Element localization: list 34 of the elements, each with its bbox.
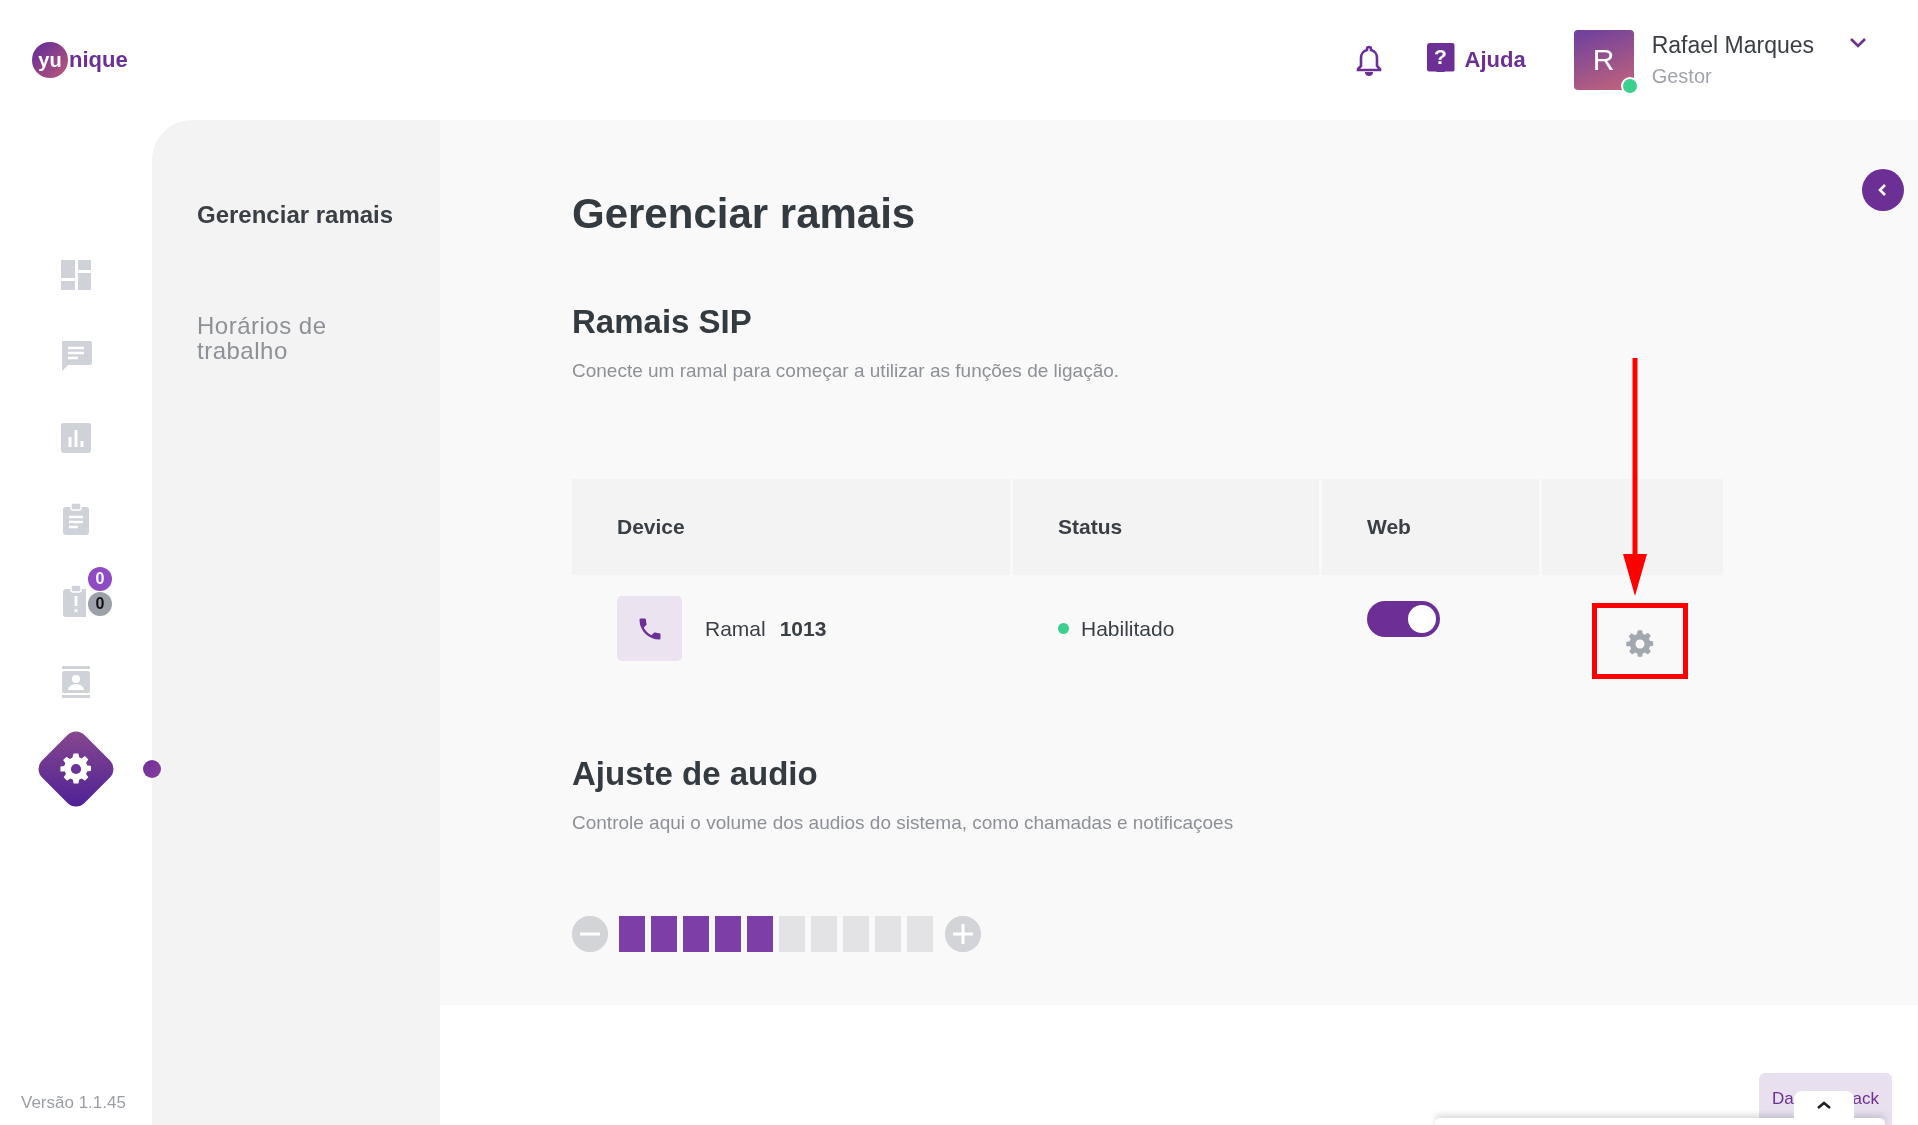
- volume-up-button[interactable]: [945, 916, 981, 952]
- page-title: Gerenciar ramais: [572, 190, 917, 238]
- column-header: Web: [1322, 479, 1542, 575]
- section-description: Controle aqui o volume dos audios do sistema, como chamadas e notificaçoes: [572, 812, 1235, 834]
- collapse-button[interactable]: [1862, 169, 1904, 211]
- status-dot: [1058, 623, 1069, 634]
- expand-tab[interactable]: [1794, 1091, 1854, 1118]
- settings-icon[interactable]: [1625, 628, 1655, 659]
- submenu-item[interactable]: Gerenciar ramais: [197, 202, 420, 227]
- volume-track[interactable]: [619, 916, 933, 952]
- column-header: Device: [572, 479, 1013, 575]
- user-name: Rafael Marques: [1651, 32, 1814, 59]
- help-icon: ?: [1426, 42, 1455, 72]
- gear-icon: [59, 751, 93, 786]
- status-text: Habilitado: [1081, 616, 1175, 641]
- count-badge: 0: [88, 592, 112, 616]
- count-badge: 0: [88, 567, 112, 591]
- volume-down-button[interactable]: [572, 916, 608, 952]
- section-title: Ramais SIP: [572, 302, 753, 342]
- app-logo[interactable]: yu nique: [32, 42, 128, 78]
- web-toggle[interactable]: [1367, 600, 1440, 637]
- phone-icon: [617, 596, 682, 661]
- active-indicator-dot: [143, 760, 161, 778]
- column-header: Status: [1013, 479, 1322, 575]
- chevron-down-icon[interactable]: [1848, 36, 1868, 50]
- device-label: Ramal: [705, 616, 766, 641]
- help-link[interactable]: ? Ajuda: [1426, 42, 1526, 78]
- version-label: Versão 1.1.45: [21, 1093, 126, 1113]
- extension-number: 1013: [779, 616, 827, 641]
- chevron-up-icon: [1816, 1099, 1832, 1110]
- section-title: Ajuste de audio: [572, 754, 819, 794]
- user-role: Gestor: [1651, 65, 1713, 88]
- section-description: Conecte um ramal para começar a utilizar as funções de ligação.: [572, 360, 1121, 382]
- bell-icon[interactable]: [1354, 44, 1383, 76]
